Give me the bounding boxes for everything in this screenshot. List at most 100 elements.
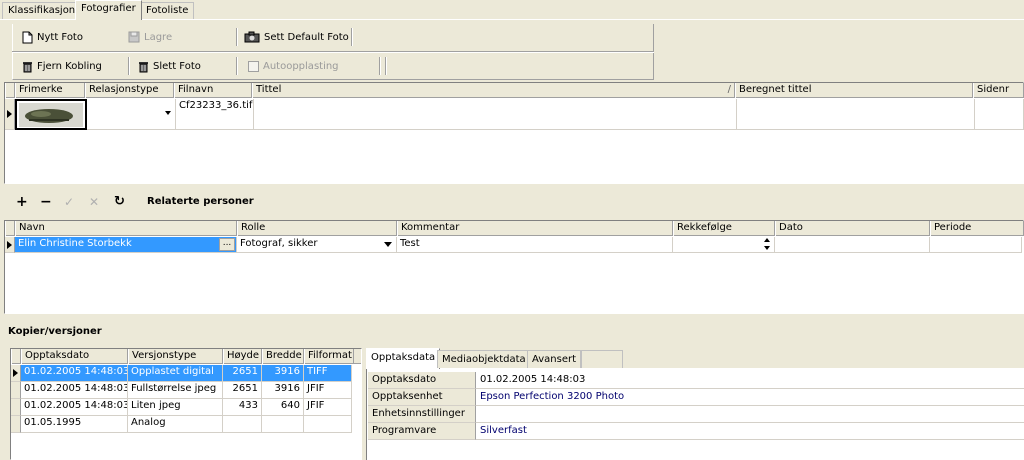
save-icon [128, 31, 140, 43]
property-value[interactable]: Epson Perfection 3200 Photo [476, 389, 1024, 406]
comment-cell[interactable]: Test [397, 237, 673, 253]
autoupload-checkbox[interactable]: Autoopplasting [248, 56, 339, 76]
title-cell[interactable] [254, 99, 737, 130]
copy-type-cell[interactable]: Analog [128, 416, 223, 433]
property-value[interactable]: Silverfast [476, 423, 1024, 440]
tab-mediaobjektdata[interactable]: Mediaobjektdata [437, 350, 531, 368]
copy-width-cell[interactable]: 3916 [262, 365, 304, 382]
person-name-cell[interactable]: Elin Christine Storbekk ... [15, 237, 237, 253]
date-cell[interactable] [775, 237, 930, 253]
copy-height-cell[interactable]: 433 [223, 399, 262, 416]
spin-down-icon[interactable] [764, 246, 770, 250]
property-row: Programvare Silverfast [368, 423, 1024, 440]
copy-type-cell[interactable]: Fullstørrelse jpeg [128, 382, 223, 399]
col-kommentar[interactable]: Kommentar [397, 221, 673, 236]
table-row[interactable]: 01.05.1995 Analog [11, 416, 361, 433]
col-frimerke[interactable]: Frimerke [15, 83, 85, 98]
col-hoyde[interactable]: Høyde [223, 349, 262, 364]
checkbox-box [248, 60, 259, 72]
delete-photo-label: Slett Foto [153, 60, 201, 72]
filename-cell[interactable]: Cf23233_36.tif [176, 99, 254, 130]
page-number-cell[interactable] [975, 99, 1024, 130]
copy-width-cell[interactable]: 3916 [262, 382, 304, 399]
col-beregnet-tittel[interactable]: Beregnet tittel [735, 83, 973, 98]
checkmark-icon[interactable]: ✓ [64, 195, 74, 209]
camera-icon [244, 31, 260, 43]
col-rekkefolge[interactable]: Rekkefølge [673, 221, 775, 236]
tab-avansert[interactable]: Avansert [527, 350, 582, 368]
col-rolle[interactable]: Rolle [237, 221, 397, 236]
col-tittel[interactable]: Tittel / [252, 83, 735, 98]
toolbar-separator [128, 57, 130, 75]
table-row[interactable]: 01.02.2005 14:48:03 Opplastet digital 2651… [11, 365, 361, 382]
col-sidenr[interactable]: Sidenr [973, 83, 1024, 98]
remove-icon[interactable]: − [40, 194, 52, 210]
role-dropdown[interactable]: Fotograf, sikker [237, 237, 397, 253]
col-opptaksdato[interactable]: Opptaksdato [21, 349, 128, 364]
copy-height-cell[interactable] [223, 416, 262, 433]
autoupload-label: Autoopplasting [263, 60, 339, 72]
delete-photo-button[interactable]: Slett Foto [138, 56, 201, 76]
photo-thumbnail [19, 103, 83, 127]
tab-klassifikasjon[interactable]: Klassifikasjon [2, 2, 82, 19]
ellipsis-button[interactable]: ... [219, 238, 235, 251]
tab-opptaksdata[interactable]: Opptaksdata [366, 348, 441, 369]
property-key: Opptaksenhet [368, 389, 476, 406]
copy-height-cell[interactable]: 2651 [223, 382, 262, 399]
save-button[interactable]: Lagre [128, 27, 172, 47]
col-relasjonstype[interactable]: Relasjonstype [85, 83, 174, 98]
copy-format-cell[interactable] [304, 416, 352, 433]
property-value[interactable]: 01.02.2005 14:48:03 [476, 372, 1024, 389]
copy-date-cell[interactable]: 01.02.2005 14:48:03 [21, 382, 128, 399]
cancel-icon[interactable]: ✕ [89, 195, 99, 209]
copy-type-cell[interactable]: Opplastet digital [128, 365, 223, 382]
copy-width-cell[interactable]: 640 [262, 399, 304, 416]
col-dato[interactable]: Dato [775, 221, 930, 236]
property-key: Programvare [368, 423, 476, 440]
new-photo-button[interactable]: Nytt Foto [22, 27, 83, 47]
property-key: Enhetsinnstillinger [368, 406, 476, 423]
toolbar-separator [385, 57, 387, 75]
copies-title: Kopier/versjoner [8, 326, 102, 337]
table-row[interactable]: 01.02.2005 14:48:03 Liten jpeg 433 640 JFIF [11, 399, 361, 416]
order-spinner[interactable] [673, 237, 775, 253]
copy-format-cell[interactable]: JFIF [304, 399, 352, 416]
remove-link-button[interactable]: Fjern Kobling [22, 56, 102, 76]
col-navn[interactable]: Navn [15, 221, 237, 236]
add-icon[interactable]: + [16, 194, 28, 210]
tab-fotografier[interactable]: Fotografier [75, 0, 142, 20]
thumbnail-cell[interactable] [15, 99, 87, 130]
copy-date-cell[interactable]: 01.02.2005 14:48:03 [21, 399, 128, 416]
relation-type-dropdown[interactable] [87, 99, 176, 130]
property-value[interactable] [476, 406, 1024, 423]
copy-width-cell[interactable] [262, 416, 304, 433]
table-row[interactable]: 01.02.2005 14:48:03 Fullstørrelse jpeg 265… [11, 382, 361, 399]
col-versjonstype[interactable]: Versjonstype [128, 349, 223, 364]
spin-up-icon[interactable] [764, 238, 770, 242]
col-periode[interactable]: Periode [930, 221, 1024, 236]
computed-title-cell[interactable] [737, 99, 975, 130]
current-row-arrow-icon [7, 240, 12, 249]
copy-height-cell[interactable]: 2651 [223, 365, 262, 382]
refresh-icon[interactable]: ↻ [114, 194, 125, 209]
table-row[interactable]: Cf23233_36.tif [5, 99, 1024, 130]
tab-fotoliste[interactable]: Fotoliste [140, 2, 195, 19]
person-name-value: Elin Christine Storbekk [18, 238, 132, 249]
copy-date-cell[interactable]: 01.02.2005 14:48:03 [21, 365, 128, 382]
tab-empty [581, 350, 623, 368]
period-cell[interactable] [930, 237, 1022, 253]
col-filnavn[interactable]: Filnavn [174, 83, 252, 98]
set-default-photo-button[interactable]: Sett Default Foto [244, 27, 349, 47]
row-indicator [11, 365, 21, 382]
col-filformat[interactable]: Filformat [304, 349, 354, 364]
copies-grid-header: Opptaksdato Versjonstype Høyde Bredde Fi… [11, 349, 361, 364]
property-row: Enhetsinnstillinger [368, 406, 1024, 423]
col-bredde[interactable]: Bredde [262, 349, 304, 364]
col-tittel-label: Tittel [256, 84, 282, 95]
save-label: Lagre [144, 31, 173, 43]
table-row[interactable]: Elin Christine Storbekk ... Fotograf, si… [5, 237, 1024, 253]
copy-date-cell[interactable]: 01.05.1995 [21, 416, 128, 433]
copy-format-cell[interactable]: JFIF [304, 382, 352, 399]
copy-format-cell[interactable]: TIFF [304, 365, 352, 382]
copy-type-cell[interactable]: Liten jpeg [128, 399, 223, 416]
